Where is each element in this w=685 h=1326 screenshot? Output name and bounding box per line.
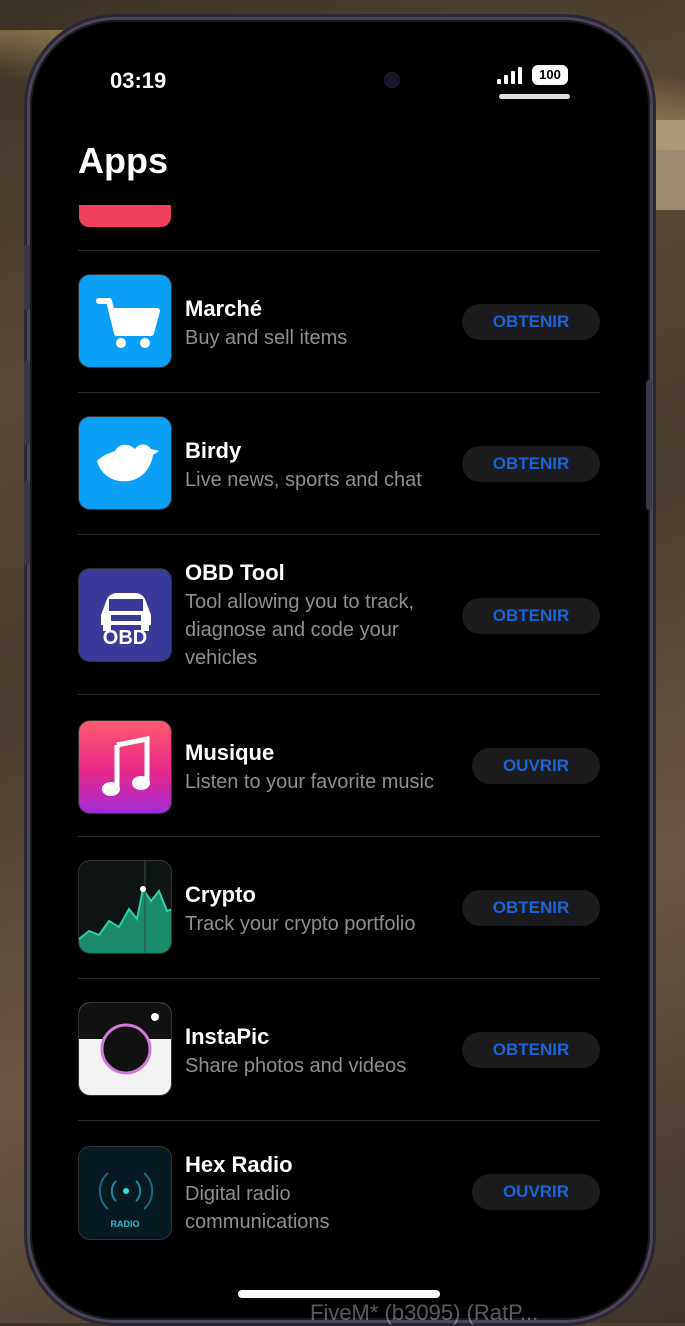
app-name: Crypto (185, 882, 256, 907)
app-name: InstaPic (185, 1024, 270, 1049)
open-button[interactable]: OUVRIR (472, 748, 600, 784)
divider (78, 250, 600, 251)
volume-down-button (24, 480, 30, 565)
control-center-indicator[interactable] (499, 94, 570, 99)
open-button[interactable]: OUVRIR (472, 1174, 600, 1210)
divider (78, 392, 600, 393)
app-description: Share photos and videos (185, 1055, 407, 1077)
divider (78, 836, 600, 837)
app-name: Birdy (185, 438, 242, 463)
app-description: Tool allowing you to track, diagnose and… (185, 591, 415, 669)
list-item-hex-radio[interactable]: RADIO Hex Radio Digital radio communicat… (78, 1146, 600, 1246)
music-note-icon[interactable] (78, 720, 172, 814)
list-item-obd-tool[interactable]: OBD OBD Tool Tool allowing you to track,… (78, 560, 600, 670)
divider (78, 1120, 600, 1121)
get-button[interactable]: OBTENIR (462, 890, 600, 926)
app-name: Marché (185, 296, 263, 321)
camera-icon[interactable] (78, 1002, 172, 1096)
list-item-instapic[interactable]: InstaPic Share photos and videos OBTENIR (78, 1002, 600, 1102)
app-name: OBD Tool (185, 560, 285, 585)
power-button (646, 380, 652, 510)
divider (78, 978, 600, 979)
bird-icon[interactable] (78, 416, 172, 510)
radio-icon[interactable]: RADIO (78, 1146, 172, 1240)
get-button[interactable]: OBTENIR (462, 598, 600, 634)
silent-switch (24, 245, 30, 310)
page-title: Apps (78, 140, 168, 181)
divider (78, 694, 600, 695)
app-description: Digital radio communications (185, 1183, 330, 1233)
app-description: Listen to your favorite music (185, 771, 434, 793)
get-button[interactable]: OBTENIR (462, 304, 600, 340)
app-description: Track your crypto portfolio (185, 913, 416, 935)
watermark: FiveM* (b3095) (RatP... (310, 1300, 539, 1325)
app-name: Hex Radio (185, 1152, 293, 1177)
home-indicator[interactable] (238, 1290, 440, 1298)
front-camera (384, 72, 400, 88)
get-button[interactable]: OBTENIR (462, 1032, 600, 1068)
obd-label: OBD (102, 627, 148, 649)
signal-icon (497, 66, 522, 84)
chart-icon[interactable] (78, 860, 172, 954)
list-item-musique[interactable]: Musique Listen to your favorite music OU… (78, 720, 600, 820)
list-item-birdy[interactable]: Birdy Live news, sports and chat OBTENIR (78, 416, 600, 516)
list-item-crypto[interactable]: Crypto Track your crypto portfolio OBTEN… (78, 860, 600, 960)
battery-icon: 100 (532, 65, 568, 85)
cart-icon[interactable] (78, 274, 172, 368)
app-name: Musique (185, 740, 275, 765)
list-item-marche[interactable]: Marché Buy and sell items OBTENIR (78, 274, 600, 374)
radio-label: RADIO (110, 1219, 140, 1229)
volume-up-button (24, 360, 30, 445)
get-button[interactable]: OBTENIR (462, 446, 600, 482)
status-time: 03:19 (110, 68, 167, 93)
app-description: Live news, sports and chat (185, 469, 422, 491)
partial-app-icon[interactable] (79, 205, 171, 227)
car-obd-icon[interactable]: OBD (78, 568, 172, 662)
app-description: Buy and sell items (185, 327, 348, 349)
divider (78, 534, 600, 535)
